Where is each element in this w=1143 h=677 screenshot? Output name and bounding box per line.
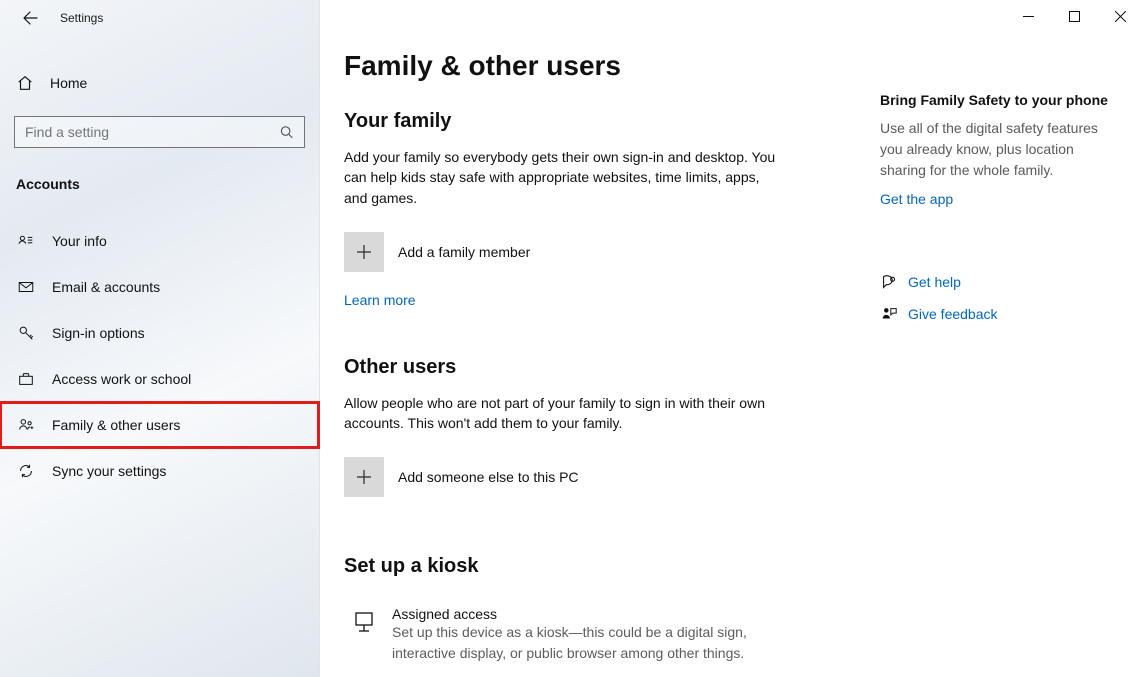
nav-list: Your info Email & accounts Sign-in optio… [0,218,319,494]
promo-heading: Bring Family Safety to your phone [880,92,1120,108]
home-label: Home [50,75,87,91]
home-icon [16,74,34,92]
close-icon [1115,11,1126,22]
minimize-button[interactable] [1005,0,1051,32]
window-controls [1005,0,1143,32]
search-icon [279,124,294,140]
close-button[interactable] [1097,0,1143,32]
main-column: Family & other users Your family Add you… [344,50,844,663]
assigned-access-description: Set up this device as a kiosk—this could… [392,622,772,663]
promo-description: Use all of the digital safety features y… [880,118,1120,181]
get-help-row: Get help [880,273,1120,291]
add-other-user-label: Add someone else to this PC [398,469,579,485]
page-title: Family & other users [344,50,844,82]
main-panel: Family & other users Your family Add you… [320,0,1143,677]
nav-item-label: Access work or school [52,371,191,387]
content-area: Family & other users Your family Add you… [320,0,1143,663]
people-icon [16,416,36,434]
briefcase-icon [16,370,36,388]
nav-item-family-other-users[interactable]: Family & other users [0,402,319,448]
plus-icon [355,243,373,261]
aside-column: Bring Family Safety to your phone Use al… [880,50,1120,663]
settings-window: Settings Home Accounts Your info [0,0,1143,677]
nav-item-access-work-school[interactable]: Access work or school [0,356,319,402]
plus-tile [344,457,384,497]
help-icon [880,273,908,291]
get-the-app-link[interactable]: Get the app [880,191,953,207]
add-other-user-button[interactable]: Add someone else to this PC [344,457,844,497]
maximize-icon [1069,11,1080,22]
give-feedback-link[interactable]: Give feedback [908,306,998,322]
assigned-access-button[interactable]: Assigned access Set up this device as a … [344,606,844,663]
minimize-icon [1023,11,1034,22]
assigned-access-title: Assigned access [392,606,772,622]
mail-icon [16,278,36,296]
your-family-description: Add your family so everybody gets their … [344,147,784,208]
nav-item-label: Sign-in options [52,325,145,341]
your-family-heading: Your family [344,110,844,133]
nav-item-label: Your info [52,233,107,249]
nav-item-signin-options[interactable]: Sign-in options [0,310,319,356]
back-button[interactable] [18,6,42,30]
feedback-icon [880,305,908,323]
give-feedback-row: Give feedback [880,305,1120,323]
other-users-heading: Other users [344,356,844,379]
sync-icon [16,462,36,480]
nav-item-email-accounts[interactable]: Email & accounts [0,264,319,310]
learn-more-link[interactable]: Learn more [344,292,416,308]
category-header: Accounts [16,176,319,192]
search-input[interactable] [25,124,279,140]
get-help-link[interactable]: Get help [908,274,961,290]
titlebar-left: Settings [0,0,319,36]
nav-item-label: Sync your settings [52,463,166,479]
nav-item-label: Family & other users [52,417,180,433]
kiosk-text: Assigned access Set up this device as a … [392,606,772,663]
home-button[interactable]: Home [0,62,319,104]
arrow-left-icon [22,10,38,26]
add-family-member-label: Add a family member [398,244,530,260]
plus-icon [355,468,373,486]
search-container [14,116,305,148]
add-family-member-button[interactable]: Add a family member [344,232,844,272]
person-card-icon [16,232,36,250]
kiosk-icon [344,606,384,636]
maximize-button[interactable] [1051,0,1097,32]
kiosk-heading: Set up a kiosk [344,555,844,578]
plus-tile [344,232,384,272]
other-users-description: Allow people who are not part of your fa… [344,393,784,434]
key-icon [16,324,36,342]
nav-item-your-info[interactable]: Your info [0,218,319,264]
search-box[interactable] [14,116,305,148]
sidebar: Settings Home Accounts Your info [0,0,320,677]
nav-item-label: Email & accounts [52,279,160,295]
nav-item-sync-settings[interactable]: Sync your settings [0,448,319,494]
app-title: Settings [60,11,103,25]
